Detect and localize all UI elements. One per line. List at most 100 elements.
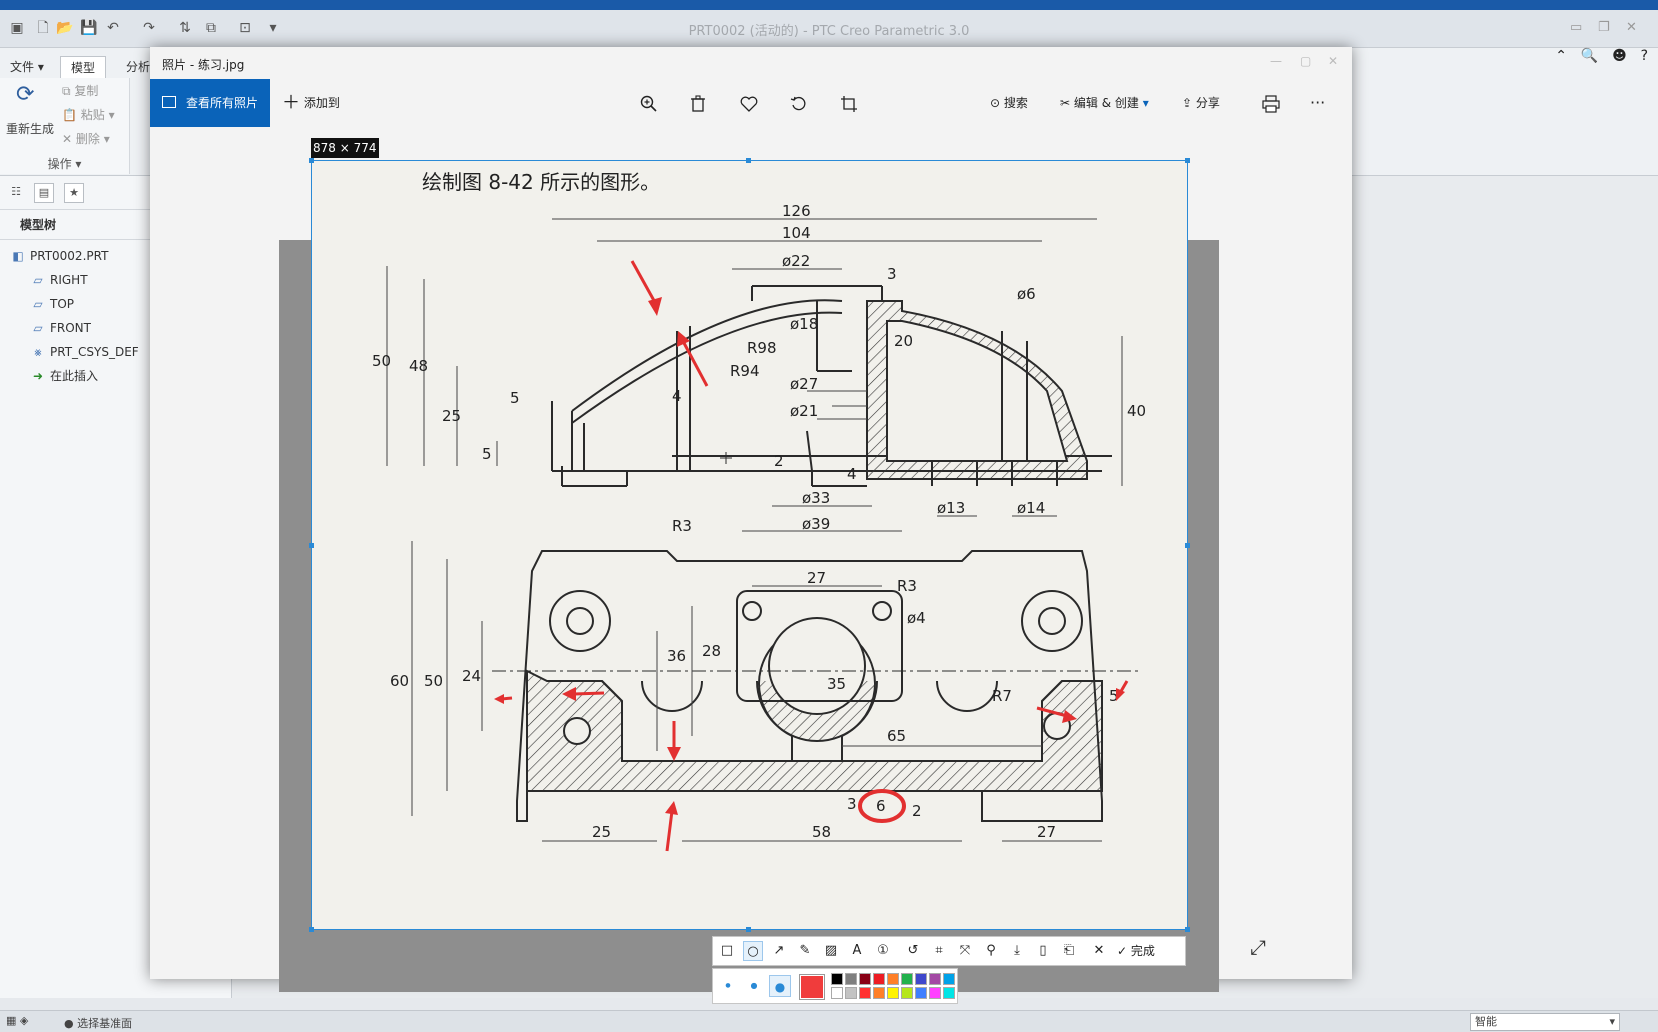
zoom-button[interactable] (640, 79, 658, 127)
community-icon[interactable]: ☻ (1612, 48, 1627, 64)
close-icon[interactable]: ✕ (1626, 20, 1637, 35)
color-swatch[interactable] (901, 973, 913, 985)
model-tree-view-icon[interactable]: ☷ (6, 183, 26, 203)
red-arrowhead (648, 297, 662, 316)
number-marker-icon[interactable]: ① (873, 941, 893, 961)
bookmark-icon[interactable]: ⎗ (1059, 941, 1079, 961)
search-button[interactable]: ⊙ 搜索 (990, 79, 1028, 127)
color-swatch[interactable] (859, 987, 871, 999)
color-swatch[interactable] (943, 973, 955, 985)
resize-handle-t[interactable] (746, 158, 751, 163)
long-capture-icon[interactable]: ▯ (1033, 941, 1053, 961)
dim-label: ø14 (1017, 499, 1045, 517)
resize-handle-b[interactable] (746, 927, 751, 932)
stroke-size-medium[interactable]: ● (743, 975, 765, 997)
color-swatch[interactable] (845, 973, 857, 985)
resize-handle-tl[interactable] (309, 158, 314, 163)
help-icon[interactable]: ? (1641, 48, 1648, 64)
chevron-down-icon: ▾ (1142, 96, 1149, 110)
color-swatch[interactable] (831, 973, 843, 985)
resize-handle-bl[interactable] (309, 927, 314, 932)
color-swatch[interactable] (873, 973, 885, 985)
folder-browser-icon[interactable]: ▤ (34, 183, 54, 203)
color-swatch[interactable] (901, 987, 913, 999)
photos-minimize-icon[interactable]: — (1270, 54, 1282, 68)
restore-icon[interactable]: ❐ (1598, 20, 1610, 35)
undo-snip-icon[interactable]: ↺ (903, 941, 923, 961)
ellipse-tool-icon[interactable]: ○ (743, 941, 763, 961)
color-swatch[interactable] (845, 987, 857, 999)
cancel-snip-icon[interactable]: ✕ (1089, 941, 1109, 961)
expand-capture-icon[interactable]: ⤧ (955, 941, 975, 961)
rotate-button[interactable] (790, 79, 808, 127)
dim-label: 40 (1127, 402, 1146, 420)
color-swatch[interactable] (915, 973, 927, 985)
search-icon[interactable]: 🔍 (1581, 48, 1598, 64)
status-icons[interactable]: ▦ ◈ (6, 1014, 28, 1027)
more-button[interactable]: ··· (1310, 79, 1325, 127)
delete-photo-button[interactable] (690, 79, 706, 127)
photos-maximize-icon[interactable]: ▢ (1300, 54, 1311, 68)
stroke-size-small[interactable]: ● (717, 975, 739, 997)
dropdown-arrow-icon: ▾ (1609, 1015, 1615, 1028)
copy-button[interactable]: ⧉ 复制 (62, 82, 98, 99)
tab-file[interactable]: 文件 ▾ (0, 56, 54, 78)
pen-tool-icon[interactable]: ✎ (795, 941, 815, 961)
done-button[interactable]: ✓ 完成 (1117, 941, 1155, 961)
status-message: ● 选择基准面 (64, 1017, 133, 1030)
favorites-icon[interactable]: ★ (64, 183, 84, 203)
resize-handle-r[interactable] (1185, 543, 1190, 548)
text-tool-icon[interactable]: A (847, 941, 867, 961)
color-swatch[interactable] (831, 987, 843, 999)
share-label: 分享 (1195, 96, 1220, 110)
delete-button[interactable]: ✕ 删除 ▾ (62, 130, 110, 147)
color-swatch[interactable] (873, 987, 885, 999)
paste-button[interactable]: 📋 粘贴 ▾ (62, 106, 115, 123)
color-swatch[interactable] (943, 987, 955, 999)
download-icon[interactable]: ⤓ (1007, 941, 1027, 961)
red-arrow (573, 691, 605, 696)
dim-label: 4 (672, 387, 682, 405)
regenerate-icon[interactable]: ⟳ (16, 82, 34, 107)
resize-handle-br[interactable] (1185, 927, 1190, 932)
view-all-photos-button[interactable]: 查看所有照片 (150, 79, 270, 127)
red-arrow (665, 810, 674, 852)
edit-create-button[interactable]: ✂ 编辑 & 创建 ▾ (1060, 79, 1149, 127)
color-swatch[interactable] (887, 987, 899, 999)
crop-button[interactable] (840, 79, 858, 127)
tree-item-label: PRT0002.PRT (30, 249, 109, 263)
print-button[interactable] (1262, 79, 1280, 127)
snip-selection-region[interactable]: 绘制图 8-42 所示的图形。 126 104 ø22 3 ø6 ø18 20 … (311, 160, 1188, 930)
color-swatch[interactable] (915, 987, 927, 999)
insert-arrow-icon: ➜ (32, 369, 44, 383)
selection-filter-dropdown[interactable]: 智能 ▾ (1470, 1013, 1620, 1031)
dim-label: 5 (510, 389, 520, 407)
photos-close-icon[interactable]: ✕ (1328, 54, 1338, 68)
tree-item-label: RIGHT (50, 273, 88, 287)
share-button[interactable]: ⇪ 分享 (1182, 79, 1220, 127)
favorite-button[interactable] (740, 79, 758, 127)
dim-label: 20 (894, 332, 913, 350)
color-swatch[interactable] (929, 973, 941, 985)
tab-model[interactable]: 模型 (60, 56, 107, 78)
regenerate-button[interactable]: 重新生成 (6, 120, 54, 137)
ocr-icon[interactable]: ⌗ (929, 941, 949, 961)
rectangle-tool-icon[interactable]: □ (717, 941, 737, 961)
add-to-button[interactable]: ＋ 添加到 (282, 79, 340, 127)
operations-group-label[interactable]: 操作 ▾ (0, 155, 129, 172)
pin-icon[interactable]: ⚲ (981, 941, 1001, 961)
current-color-swatch[interactable] (799, 974, 825, 1000)
color-swatch[interactable] (859, 973, 871, 985)
color-swatch[interactable] (929, 987, 941, 999)
resize-handle-tr[interactable] (1185, 158, 1190, 163)
trash-icon (691, 94, 705, 112)
fullscreen-icon[interactable]: ⤢ (1250, 935, 1266, 959)
mosaic-tool-icon[interactable]: ▨ (821, 941, 841, 961)
color-swatch[interactable] (887, 973, 899, 985)
minimize-icon[interactable]: ▭ (1570, 20, 1582, 35)
resize-handle-l[interactable] (309, 543, 314, 548)
arrow-tool-icon[interactable]: ↗ (769, 941, 789, 961)
collapse-ribbon-icon[interactable]: ⌃ (1555, 48, 1567, 64)
printer-icon (1262, 94, 1280, 113)
stroke-size-large[interactable]: ● (769, 975, 791, 997)
